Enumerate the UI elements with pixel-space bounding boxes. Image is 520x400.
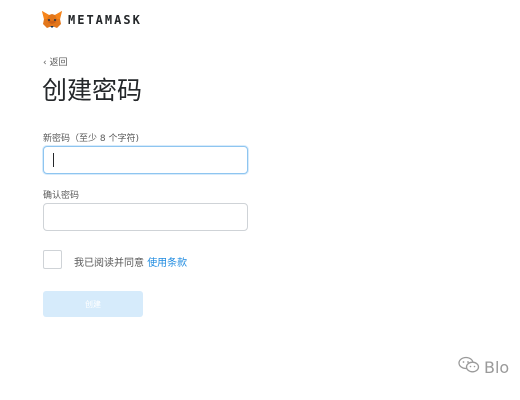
watermark: Blo xyxy=(458,356,509,378)
metamask-logo: METAMASK xyxy=(42,11,142,29)
wechat-icon xyxy=(458,356,484,378)
watermark-text: Blo xyxy=(484,357,510,377)
brand-name: METAMASK xyxy=(68,13,142,27)
new-password-label: 新密码（至少 8 个字符) xyxy=(43,134,139,144)
page-title: 创建密码 xyxy=(42,76,143,105)
confirm-password-label: 确认密码 xyxy=(43,191,80,201)
terms-checkbox[interactable] xyxy=(43,250,62,269)
create-password-page: METAMASK ‹ 返回 创建密码 新密码（至少 8 个字符) 确认密码 我已… xyxy=(0,0,520,400)
terms-statement: 我已阅读并同意 xyxy=(74,258,144,269)
confirm-password-input[interactable] xyxy=(43,203,248,231)
create-button[interactable]: 创建 xyxy=(43,291,143,317)
terms-text: 我已阅读并同意 使用条款 xyxy=(74,254,187,269)
fox-logo-icon xyxy=(42,11,62,29)
terms-of-use-link[interactable]: 使用条款 xyxy=(147,258,187,269)
text-cursor xyxy=(53,153,54,167)
back-link[interactable]: ‹ 返回 xyxy=(43,55,67,68)
new-password-input[interactable] xyxy=(43,146,248,174)
